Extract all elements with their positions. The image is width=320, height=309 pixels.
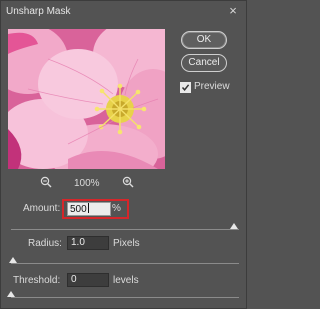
threshold-input[interactable]: 0 bbox=[67, 273, 109, 287]
amount-value: 500 bbox=[70, 204, 87, 215]
amount-input[interactable]: 500 bbox=[67, 202, 111, 216]
threshold-label: Threshold: bbox=[13, 275, 61, 286]
preview-label: Preview bbox=[194, 81, 230, 92]
cancel-button[interactable]: Cancel bbox=[181, 54, 227, 72]
radius-label: Radius: bbox=[28, 238, 62, 249]
flower-preview-graphic bbox=[8, 29, 165, 169]
zoom-in-icon[interactable] bbox=[122, 176, 134, 191]
radius-unit: Pixels bbox=[113, 238, 140, 249]
radius-input[interactable]: 1.0 bbox=[67, 236, 109, 250]
amount-slider-thumb[interactable] bbox=[230, 223, 239, 229]
zoom-out-icon[interactable] bbox=[40, 176, 52, 191]
radius-slider-track[interactable] bbox=[11, 263, 239, 264]
close-icon[interactable]: × bbox=[226, 4, 240, 18]
title-bar: Unsharp Mask × bbox=[1, 1, 246, 23]
ok-button[interactable]: OK bbox=[181, 31, 227, 49]
preview-image[interactable] bbox=[8, 29, 165, 169]
amount-label: Amount: bbox=[23, 203, 61, 214]
amount-slider-track[interactable] bbox=[11, 229, 239, 230]
checkmark-icon bbox=[181, 84, 190, 91]
text-caret bbox=[87, 203, 89, 213]
threshold-unit: levels bbox=[113, 275, 139, 286]
dialog-title: Unsharp Mask bbox=[6, 6, 71, 17]
threshold-slider-track[interactable] bbox=[11, 297, 239, 298]
radius-slider-thumb[interactable] bbox=[9, 257, 18, 263]
unsharp-mask-dialog: Unsharp Mask × OK Cancel Preview 100% Am… bbox=[0, 0, 247, 309]
zoom-level: 100% bbox=[74, 178, 100, 189]
threshold-slider-thumb[interactable] bbox=[7, 291, 15, 297]
amount-unit: % bbox=[112, 203, 121, 214]
preview-checkbox[interactable] bbox=[180, 82, 191, 93]
